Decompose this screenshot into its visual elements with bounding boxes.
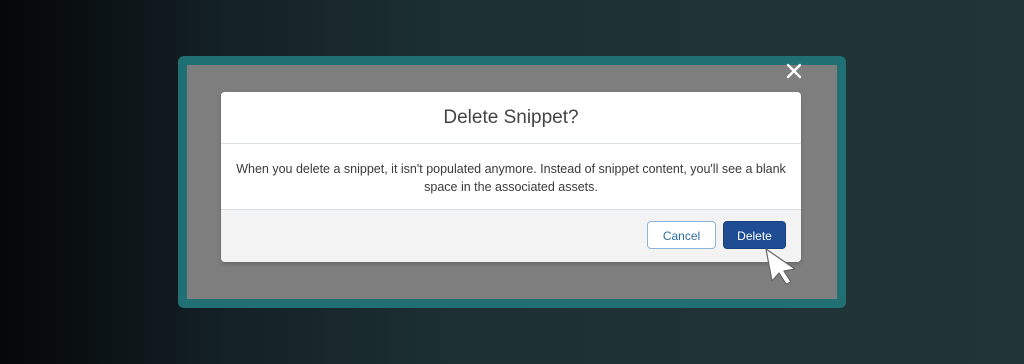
dialog-message: When you delete a snippet, it isn't popu…	[236, 162, 786, 194]
dialog-header: Delete Snippet?	[221, 92, 801, 144]
delete-button[interactable]: Delete	[723, 221, 786, 249]
dialog-footer: Cancel Delete	[221, 210, 801, 262]
close-icon[interactable]	[785, 62, 803, 80]
dialog-body: When you delete a snippet, it isn't popu…	[221, 144, 801, 210]
cancel-button[interactable]: Cancel	[647, 221, 716, 249]
dialog-title: Delete Snippet?	[443, 107, 579, 128]
delete-snippet-dialog: Delete Snippet? When you delete a snippe…	[221, 92, 801, 262]
